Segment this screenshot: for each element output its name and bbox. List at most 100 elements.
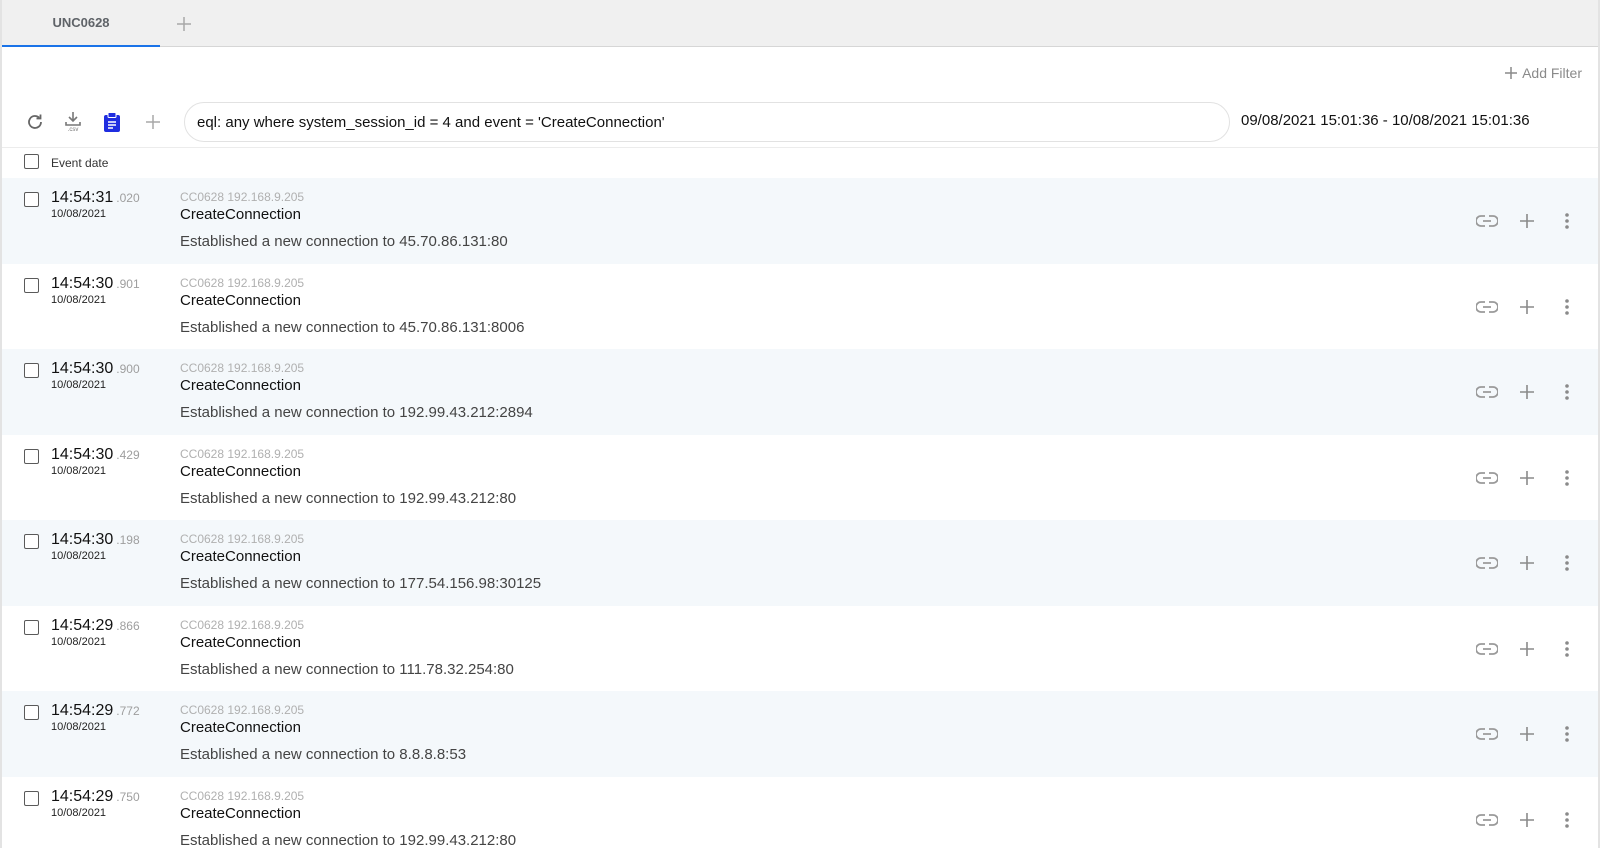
add-row-button[interactable] <box>1514 294 1540 320</box>
event-time-ms: .772 <box>116 704 139 718</box>
more-options-button[interactable] <box>1554 636 1580 662</box>
event-date-header[interactable]: Event date <box>51 156 108 170</box>
plus-icon <box>1519 470 1535 486</box>
row-checkbox[interactable] <box>24 705 39 720</box>
row-actions <box>1474 636 1580 662</box>
copy-link-button[interactable] <box>1474 294 1500 320</box>
row-actions <box>1474 208 1580 234</box>
toolbar: .csv 09/08/2021 15:01:36 - 10/08/2021 15… <box>2 100 1598 144</box>
event-description: Established a new connection to 192.99.4… <box>180 404 533 421</box>
plus-icon <box>1519 213 1535 229</box>
more-options-button[interactable] <box>1554 379 1580 405</box>
copy-link-button[interactable] <box>1474 550 1500 576</box>
event-name: CreateConnection <box>180 377 301 394</box>
table-row[interactable]: 14:54:30.901 10/08/2021 CC0628 192.168.9… <box>2 264 1598 350</box>
event-time: 14:54:31.020 <box>51 189 140 207</box>
event-description: Established a new connection to 8.8.8.8:… <box>180 746 466 763</box>
more-vertical-icon <box>1564 298 1570 316</box>
plus-icon <box>1519 726 1535 742</box>
table-row[interactable]: 14:54:31.020 10/08/2021 CC0628 192.168.9… <box>2 178 1598 264</box>
event-list: 14:54:31.020 10/08/2021 CC0628 192.168.9… <box>2 178 1598 862</box>
date-range[interactable]: 09/08/2021 15:01:36 - 10/08/2021 15:01:3… <box>1241 112 1530 129</box>
plus-icon <box>1504 66 1518 80</box>
copy-link-button[interactable] <box>1474 636 1500 662</box>
event-host: CC0628 192.168.9.205 <box>180 447 304 461</box>
copy-link-button[interactable] <box>1474 379 1500 405</box>
event-time: 14:54:29.750 <box>51 788 140 806</box>
event-name: CreateConnection <box>180 292 301 309</box>
event-date: 10/08/2021 <box>51 465 106 477</box>
row-checkbox[interactable] <box>24 278 39 293</box>
add-row-button[interactable] <box>1514 379 1540 405</box>
row-checkbox[interactable] <box>24 192 39 207</box>
row-checkbox[interactable] <box>24 791 39 806</box>
add-row-button[interactable] <box>1514 807 1540 833</box>
more-options-button[interactable] <box>1554 465 1580 491</box>
select-all-checkbox[interactable] <box>24 154 39 169</box>
copy-link-button[interactable] <box>1474 465 1500 491</box>
more-options-button[interactable] <box>1554 807 1580 833</box>
download-csv-button[interactable]: .csv <box>60 108 86 136</box>
event-time-ms: .429 <box>116 448 139 462</box>
add-row-button[interactable] <box>1514 636 1540 662</box>
refresh-button[interactable] <box>22 108 48 136</box>
more-options-button[interactable] <box>1554 721 1580 747</box>
row-actions <box>1474 465 1580 491</box>
add-row-button[interactable] <box>1514 465 1540 491</box>
event-description: Established a new connection to 192.99.4… <box>180 490 516 507</box>
more-vertical-icon <box>1564 725 1570 743</box>
row-checkbox[interactable] <box>24 449 39 464</box>
row-checkbox[interactable] <box>24 620 39 635</box>
row-actions <box>1474 294 1580 320</box>
query-input-box[interactable] <box>184 102 1230 142</box>
table-row[interactable]: 14:54:29.750 10/08/2021 CC0628 192.168.9… <box>2 777 1598 862</box>
add-filter-button[interactable]: Add Filter <box>1504 62 1582 84</box>
table-row[interactable]: 14:54:29.866 10/08/2021 CC0628 192.168.9… <box>2 606 1598 692</box>
copy-link-button[interactable] <box>1474 208 1500 234</box>
copy-link-button[interactable] <box>1474 807 1500 833</box>
add-row-button[interactable] <box>1514 721 1540 747</box>
plus-icon <box>1519 812 1535 828</box>
event-time-value: 14:54:30 <box>51 446 113 463</box>
more-options-button[interactable] <box>1554 294 1580 320</box>
more-vertical-icon <box>1564 811 1570 829</box>
query-input[interactable] <box>197 114 1229 131</box>
table-row[interactable]: 14:54:29.772 10/08/2021 CC0628 192.168.9… <box>2 691 1598 777</box>
add-filter-label: Add Filter <box>1522 65 1582 81</box>
row-checkbox[interactable] <box>24 534 39 549</box>
csv-label: .csv <box>68 127 79 133</box>
event-name: CreateConnection <box>180 463 301 480</box>
copy-query-button[interactable] <box>99 108 125 136</box>
event-time: 14:54:30.900 <box>51 360 140 378</box>
event-date: 10/08/2021 <box>51 208 106 220</box>
event-host: CC0628 192.168.9.205 <box>180 618 304 632</box>
event-name: CreateConnection <box>180 634 301 651</box>
add-tab-button[interactable] <box>172 12 196 36</box>
add-row-button[interactable] <box>1514 550 1540 576</box>
add-row-button[interactable] <box>1514 208 1540 234</box>
plus-icon <box>176 16 192 32</box>
copy-link-button[interactable] <box>1474 721 1500 747</box>
more-vertical-icon <box>1564 212 1570 230</box>
more-options-button[interactable] <box>1554 550 1580 576</box>
table-row[interactable]: 14:54:30.198 10/08/2021 CC0628 192.168.9… <box>2 520 1598 606</box>
link-icon <box>1476 386 1498 398</box>
tab-unc0628[interactable]: UNC0628 <box>2 0 160 47</box>
event-host: CC0628 192.168.9.205 <box>180 703 304 717</box>
more-vertical-icon <box>1564 640 1570 658</box>
table-row[interactable]: 14:54:30.900 10/08/2021 CC0628 192.168.9… <box>2 349 1598 435</box>
table-row[interactable]: 14:54:30.429 10/08/2021 CC0628 192.168.9… <box>2 435 1598 521</box>
link-icon <box>1476 728 1498 740</box>
event-time: 14:54:30.198 <box>51 531 140 549</box>
event-description: Established a new connection to 177.54.1… <box>180 575 541 592</box>
event-time-ms: .866 <box>116 619 139 633</box>
tab-bar: UNC0628 <box>2 0 1598 47</box>
plus-icon <box>1519 641 1535 657</box>
more-vertical-icon <box>1564 469 1570 487</box>
more-options-button[interactable] <box>1554 208 1580 234</box>
event-time-ms: .198 <box>116 533 139 547</box>
add-column-button[interactable] <box>140 108 166 136</box>
event-time: 14:54:30.429 <box>51 446 140 464</box>
table-header: Event date <box>2 147 1598 177</box>
row-checkbox[interactable] <box>24 363 39 378</box>
